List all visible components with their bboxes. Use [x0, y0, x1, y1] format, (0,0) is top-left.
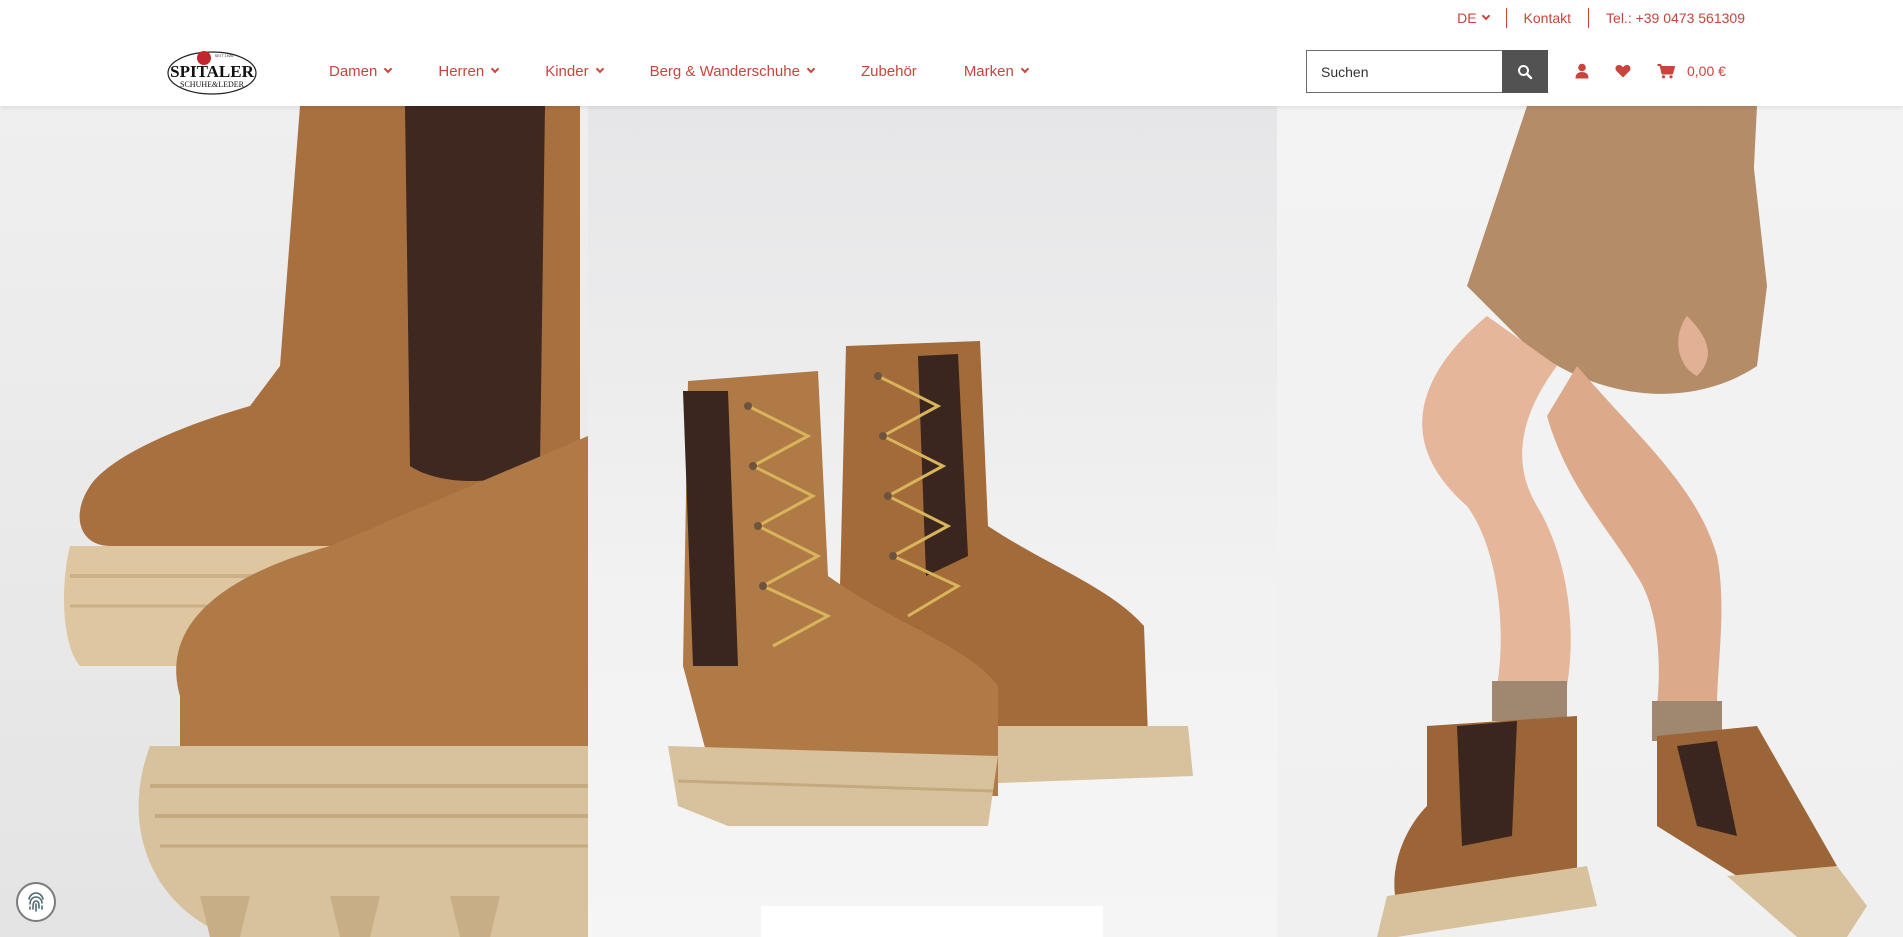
hero-image-laceup-boots: [588, 106, 1277, 937]
cart-button[interactable]: 0,00 €: [1657, 63, 1726, 79]
chevron-down-icon: [595, 64, 604, 74]
laceup-boots-image: [668, 341, 1193, 826]
top-bar-links: DE Kontakt Tel.: +39 0473 561309: [1457, 8, 1745, 28]
language-label: DE: [1457, 10, 1477, 26]
nav-item-kinder[interactable]: Kinder: [545, 62, 604, 80]
main-header: SPITALER SCHUHE&LEDER SEIT 1926 Damen He…: [0, 36, 1903, 106]
hero-caption-box: [761, 906, 1103, 937]
fingerprint-icon: [28, 892, 44, 912]
hero-image-model: [1277, 106, 1903, 937]
nav-item-herren[interactable]: Herren: [438, 62, 500, 80]
nav-label: Zubehör: [860, 62, 917, 80]
nav-label: Damen: [329, 62, 378, 80]
svg-text:SEIT 1926: SEIT 1926: [215, 53, 235, 58]
phone-link[interactable]: Tel.: +39 0473 561309: [1606, 10, 1745, 26]
logo-graphic: SPITALER SCHUHE&LEDER SEIT 1926: [167, 51, 257, 95]
search-icon: [1518, 64, 1533, 79]
search-form: [1306, 50, 1548, 93]
svg-text:SPITALER: SPITALER: [170, 62, 254, 81]
search-button[interactable]: [1502, 50, 1548, 93]
nav-label: Kinder: [545, 62, 589, 80]
chevron-down-icon: [1481, 11, 1490, 21]
cart-total: 0,00 €: [1687, 63, 1726, 79]
account-button[interactable]: [1575, 63, 1589, 79]
wishlist-button[interactable]: [1615, 64, 1631, 78]
boot-closeup-image: [64, 106, 588, 937]
nav-label: Marken: [963, 62, 1014, 80]
main-navigation: Damen Herren Kinder Berg & Wanderschuhe …: [329, 36, 1075, 106]
cookie-settings-button[interactable]: [16, 882, 56, 922]
top-bar: DE Kontakt Tel.: +39 0473 561309: [0, 0, 1903, 36]
contact-link[interactable]: Kontakt: [1524, 10, 1571, 26]
heart-icon: [1615, 65, 1631, 78]
nav-label: Berg & Wanderschuhe: [649, 62, 800, 80]
language-selector[interactable]: DE: [1457, 10, 1490, 26]
chevron-down-icon: [490, 64, 500, 74]
nav-item-marken[interactable]: Marken: [963, 62, 1030, 80]
chevron-down-icon: [806, 64, 816, 74]
header-actions: 0,00 €: [1575, 36, 1726, 106]
chevron-down-icon: [384, 64, 393, 74]
nav-item-berg-wanderschuhe[interactable]: Berg & Wanderschuhe: [649, 62, 816, 80]
hero-image-closeup-boots: [0, 106, 588, 937]
divider: [1505, 8, 1507, 28]
nav-item-damen[interactable]: Damen: [329, 62, 393, 80]
site-logo[interactable]: SPITALER SCHUHE&LEDER SEIT 1926: [166, 46, 258, 96]
nav-label: Herren: [438, 62, 485, 80]
user-icon: [1575, 63, 1589, 79]
model-wearing-boots-image: [1377, 106, 1867, 937]
chevron-down-icon: [1020, 64, 1030, 74]
search-input[interactable]: [1306, 50, 1502, 93]
nav-item-zubehoer[interactable]: Zubehör: [861, 63, 917, 80]
svg-text:SCHUHE&LEDER: SCHUHE&LEDER: [180, 80, 245, 89]
hero-banner[interactable]: [0, 106, 1903, 937]
cart-icon: [1657, 63, 1675, 78]
divider: [1588, 8, 1590, 28]
